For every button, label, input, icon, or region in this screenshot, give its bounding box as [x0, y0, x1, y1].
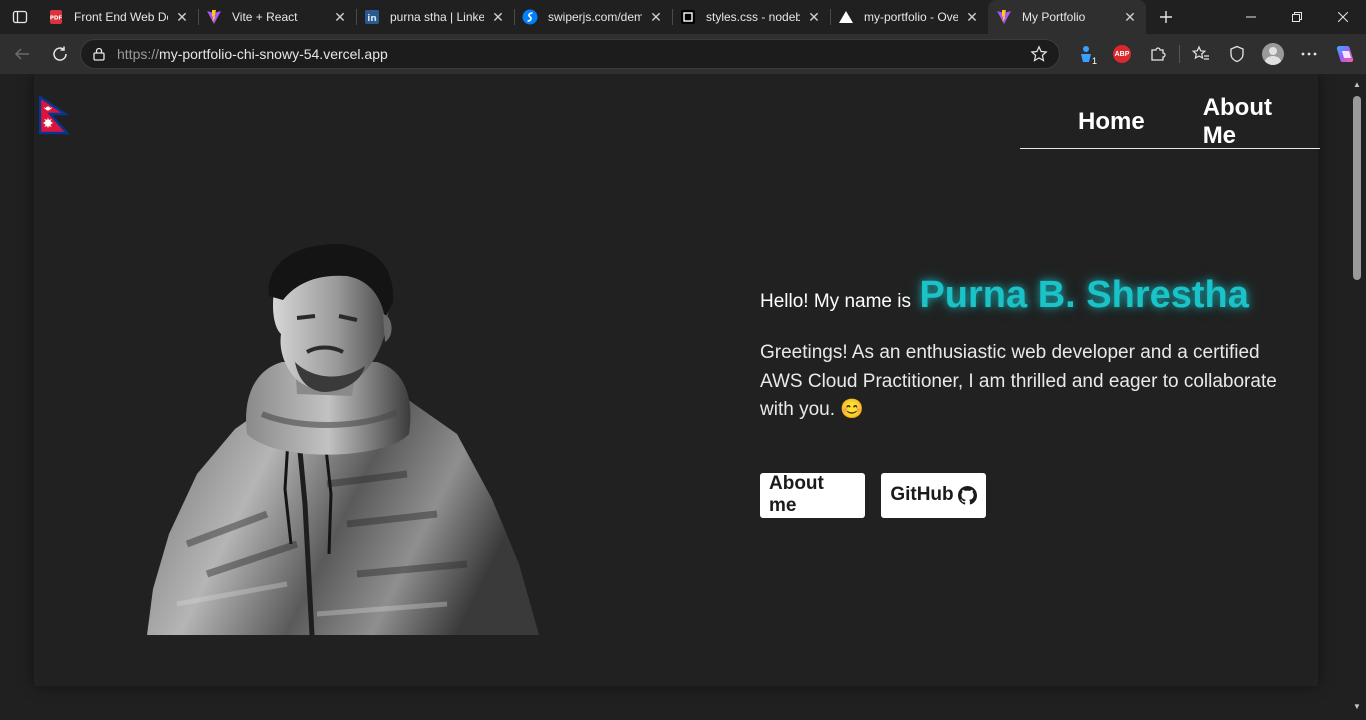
copilot-button[interactable]: [1327, 38, 1363, 70]
tab-title: styles.css - nodeb: [706, 10, 800, 24]
vite-icon: [996, 9, 1012, 25]
browser-tab[interactable]: Vite + React ✕: [198, 0, 356, 34]
restore-button[interactable]: [1274, 0, 1320, 34]
favorites-icon: [1192, 45, 1209, 60]
pdf-icon: PDF: [48, 9, 64, 25]
tab-actions-button[interactable]: [0, 0, 40, 34]
url-scheme: https://: [117, 46, 160, 62]
minimize-icon: [1246, 16, 1256, 18]
portfolio-page: Home About Me Hello! My name is Purna B.…: [34, 74, 1320, 686]
nav-link-about-me[interactable]: About Me: [1203, 94, 1290, 150]
close-tab-icon[interactable]: ✕: [964, 9, 980, 25]
copilot-icon: [1336, 46, 1354, 62]
plus-icon: [1160, 11, 1172, 23]
about-me-button[interactable]: About me: [760, 472, 865, 518]
linkedin-icon: in: [364, 9, 380, 25]
close-tab-icon[interactable]: ✕: [174, 9, 190, 25]
extensions-area: 1 ABP: [1068, 34, 1363, 74]
swiper-icon: [522, 9, 538, 25]
profile-button[interactable]: [1255, 38, 1291, 70]
extension-button[interactable]: 1: [1068, 38, 1104, 70]
svg-text:in: in: [367, 14, 377, 24]
main-nav: Home About Me: [1020, 94, 1320, 150]
nepal-flag-logo-icon[interactable]: [39, 96, 71, 136]
puzzle-icon: [1151, 47, 1166, 61]
scroll-up-icon[interactable]: ▲: [1352, 80, 1362, 90]
tab-title: My Portfolio: [1022, 10, 1086, 24]
tab-title: Front End Web De: [74, 10, 168, 24]
greeting-line: Hello! My name is Purna B. Shrestha: [760, 274, 1300, 317]
back-arrow-icon: [14, 48, 29, 60]
close-tab-icon[interactable]: ✕: [1122, 9, 1138, 25]
browser-essentials-button[interactable]: [1219, 38, 1255, 70]
url-text: https://my-portfolio-chi-snowy-54.vercel…: [117, 46, 388, 62]
tab-title: swiperjs.com/dem: [548, 10, 642, 24]
nav-link-home[interactable]: Home: [1078, 108, 1145, 136]
favorite-star-icon[interactable]: [1029, 44, 1049, 64]
vite-icon: [206, 9, 222, 25]
profile-portrait: [147, 244, 539, 635]
tab-title: Vite + React: [232, 10, 298, 24]
close-tab-icon[interactable]: ✕: [648, 9, 664, 25]
toolbar-divider: [1179, 45, 1180, 63]
refresh-button[interactable]: [42, 38, 78, 70]
tab-title: my-portfolio - Ove: [864, 10, 958, 24]
cta-buttons: About me GitHub: [760, 472, 1300, 518]
scrollbar-thumb[interactable]: [1353, 96, 1361, 280]
tab-title: purna stha | Linke: [390, 10, 484, 24]
back-button[interactable]: [4, 38, 40, 70]
extensions-button[interactable]: [1140, 38, 1176, 70]
more-dots-icon: [1301, 52, 1317, 56]
browser-toolbar: https://my-portfolio-chi-snowy-54.vercel…: [0, 34, 1366, 74]
browser-tab[interactable]: in purna stha | Linke ✕: [356, 0, 514, 34]
codesandbox-icon: [680, 9, 696, 25]
greeting-text: Hello! My name is: [760, 291, 911, 312]
tab-strip: PDF Front End Web De ✕ Vite + React ✕ in…: [0, 0, 1366, 34]
close-tab-icon[interactable]: ✕: [806, 9, 822, 25]
restore-icon: [1292, 12, 1302, 22]
refresh-icon: [53, 46, 67, 61]
shield-icon: [1230, 45, 1244, 63]
url-host: my-portfolio-chi-snowy-54.vercel.app: [159, 46, 388, 62]
github-label: GitHub: [890, 484, 954, 505]
settings-menu-button[interactable]: [1291, 38, 1327, 70]
new-tab-button[interactable]: [1150, 0, 1182, 34]
favorites-button[interactable]: [1183, 38, 1219, 70]
window-controls: [1228, 0, 1366, 34]
page-viewport: Home About Me Hello! My name is Purna B.…: [4, 74, 1348, 720]
page-scrollbar[interactable]: ▲ ▼: [1348, 74, 1366, 720]
browser-tab[interactable]: styles.css - nodeb ✕: [672, 0, 830, 34]
close-window-button[interactable]: [1320, 0, 1366, 34]
adblock-plus-icon: ABP: [1113, 45, 1131, 63]
close-icon: [1338, 12, 1348, 22]
tab-actions-icon: [12, 10, 28, 24]
extension-badge: 1: [1091, 56, 1097, 66]
about-me-label: About me: [769, 473, 824, 516]
browser-tab[interactable]: swiperjs.com/dem ✕: [514, 0, 672, 34]
browser-tab[interactable]: my-portfolio - Ove ✕: [830, 0, 988, 34]
svg-text:PDF: PDF: [50, 16, 63, 22]
name-heading: Purna B. Shrestha: [919, 274, 1249, 316]
avatar-icon: [1262, 43, 1284, 65]
github-button[interactable]: GitHub: [881, 472, 986, 518]
github-icon: [957, 485, 977, 505]
bio-text: Greetings! As an enthusiastic web develo…: [760, 342, 1277, 420]
lock-icon: [91, 46, 107, 62]
scroll-down-icon[interactable]: ▼: [1352, 702, 1362, 712]
vercel-icon: [838, 9, 854, 25]
close-tab-icon[interactable]: ✕: [490, 9, 506, 25]
minimize-button[interactable]: [1228, 0, 1274, 34]
browser-tab-active[interactable]: My Portfolio ✕: [988, 0, 1146, 34]
browser-tab[interactable]: PDF Front End Web De ✕: [40, 0, 198, 34]
address-bar[interactable]: https://my-portfolio-chi-snowy-54.vercel…: [80, 39, 1060, 69]
intro-section: Hello! My name is Purna B. Shrestha Gree…: [760, 274, 1300, 518]
close-tab-icon[interactable]: ✕: [332, 9, 348, 25]
adblock-plus-button[interactable]: ABP: [1104, 38, 1140, 70]
